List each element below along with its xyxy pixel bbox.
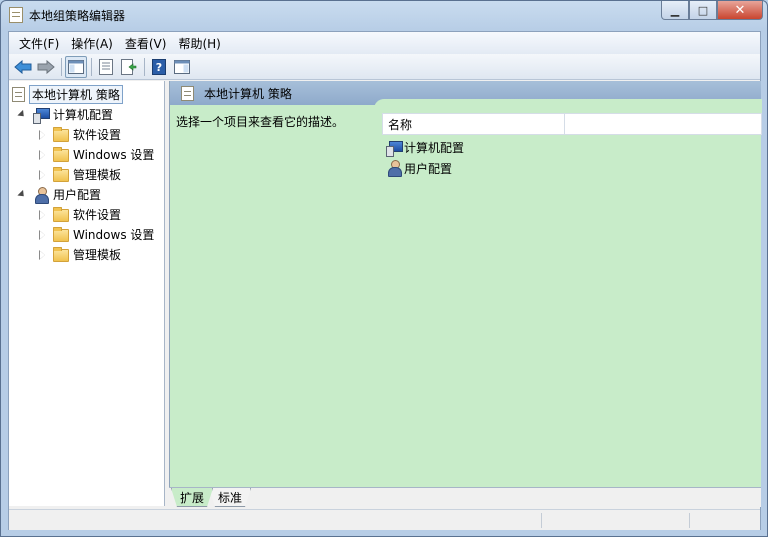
tree-label: 管理模板 [73, 248, 122, 262]
folder-icon [53, 207, 69, 222]
tree-label: 软件设置 [73, 128, 122, 142]
status-bar [9, 509, 760, 530]
column-header-row: 名称 [382, 113, 762, 135]
computer-icon [386, 140, 403, 157]
back-icon [14, 59, 32, 74]
tree-label: 管理模板 [73, 168, 122, 182]
menu-bar: 文件(F) 操作(A) 查看(V) 帮助(H) [9, 32, 760, 54]
tree-pane: 本地计算机 策略 计算机配置 软件设置 Windows 设置 管理模板 用户配置… [9, 81, 165, 506]
status-divider [689, 513, 690, 528]
help-button[interactable]: ? [148, 56, 170, 78]
list-item-computer-config[interactable]: 计算机配置 [386, 137, 464, 157]
tree-item-user-config[interactable]: 用户配置 [17, 185, 101, 204]
folder-icon [53, 227, 69, 242]
tree-label: Windows 设置 [73, 148, 155, 162]
client-area: 文件(F) 操作(A) 查看(V) 帮助(H) ? 本地计算机 策略 计算机配置… [8, 31, 762, 530]
tree-item-software-settings[interactable]: 软件设置 [37, 205, 121, 224]
toolbar-separator [144, 57, 145, 76]
collapse-arrow-icon[interactable] [37, 209, 47, 220]
forward-button[interactable] [35, 56, 57, 78]
list-view: 名称 计算机配置 用户配置 [382, 113, 762, 183]
list-item-user-config[interactable]: 用户配置 [386, 158, 452, 178]
user-icon [386, 160, 402, 177]
properties-icon [99, 58, 113, 75]
export-list-icon [121, 58, 137, 75]
window-title: 本地组策略编辑器 [29, 9, 126, 23]
user-icon [33, 186, 49, 204]
tree-label: 软件设置 [73, 208, 122, 222]
tree-item-windows-settings[interactable]: Windows 设置 [37, 225, 154, 244]
toolbar: ? [9, 54, 760, 80]
folder-icon [53, 167, 69, 182]
app-window: 本地组策略编辑器 ▁ □ ✕ 文件(F) 操作(A) 查看(V) 帮助(H) ?… [0, 0, 768, 537]
properties-button[interactable] [95, 56, 117, 78]
tree-item-software-settings[interactable]: 软件设置 [37, 125, 121, 144]
maximize-button[interactable]: □ [689, 1, 717, 20]
collapse-arrow-icon[interactable] [37, 249, 47, 260]
expand-arrow-icon[interactable] [17, 110, 27, 120]
close-button[interactable]: ✕ [717, 1, 763, 20]
collapse-arrow-icon[interactable] [37, 149, 47, 160]
list-panel-tab [374, 99, 762, 113]
status-divider [541, 513, 542, 528]
expand-arrow-icon[interactable] [17, 190, 27, 200]
view-tabs: 扩展 标准 [169, 487, 761, 507]
collapse-arrow-icon[interactable] [37, 129, 47, 140]
folder-icon [53, 247, 69, 262]
list-item-label: 计算机配置 [404, 140, 465, 155]
tree-label: 用户配置 [53, 188, 102, 202]
tab-standard[interactable]: 标准 [209, 488, 251, 507]
minimize-button[interactable]: ▁ [661, 1, 689, 20]
list-item-label: 用户配置 [404, 161, 453, 176]
policy-icon [181, 85, 194, 101]
show-hide-tree-icon [68, 59, 84, 74]
tree-item-windows-settings[interactable]: Windows 设置 [37, 145, 154, 164]
menu-view[interactable]: 查看(V) [119, 35, 173, 52]
tree-label: 本地计算机 策略 [29, 85, 123, 104]
details-title: 本地计算机 策略 [204, 86, 292, 101]
tab-extended[interactable]: 扩展 [171, 488, 213, 507]
help-icon: ? [152, 58, 166, 75]
toolbar-separator [91, 57, 92, 76]
export-list-button[interactable] [118, 56, 140, 78]
tree-item-admin-templates[interactable]: 管理模板 [37, 245, 121, 264]
toolbar-separator [61, 57, 62, 76]
svg-text:?: ? [156, 61, 162, 74]
title-bar[interactable]: 本地组策略编辑器 ▁ □ ✕ [1, 1, 767, 31]
menu-action[interactable]: 操作(A) [65, 35, 119, 52]
forward-icon [37, 59, 55, 74]
tree-item-local-policy[interactable]: 本地计算机 策略 [11, 85, 123, 104]
collapse-arrow-icon[interactable] [37, 169, 47, 180]
tree-label: 计算机配置 [53, 108, 114, 122]
folder-icon [53, 127, 69, 142]
menu-help[interactable]: 帮助(H) [172, 35, 226, 52]
tree-item-admin-templates[interactable]: 管理模板 [37, 165, 121, 184]
folder-icon [53, 147, 69, 162]
policy-icon [12, 87, 25, 102]
tree-item-computer-config[interactable]: 计算机配置 [17, 105, 113, 124]
policy-editor-icon [9, 7, 23, 23]
menu-file[interactable]: 文件(F) [13, 35, 65, 52]
computer-icon [33, 108, 50, 124]
details-pane: 本地计算机 策略 选择一个项目来查看它的描述。 名称 计算机配置 用户配置 [169, 81, 762, 506]
show-action-pane-button[interactable] [171, 56, 193, 78]
show-action-pane-icon [174, 59, 190, 74]
show-hide-tree-button[interactable] [65, 55, 87, 78]
tree-label: Windows 设置 [73, 228, 155, 242]
back-button[interactable] [12, 56, 34, 78]
window-controls: ▁ □ ✕ [661, 1, 763, 21]
collapse-arrow-icon[interactable] [37, 229, 47, 240]
description-text: 选择一个项目来查看它的描述。 [176, 115, 345, 129]
column-header-name[interactable]: 名称 [383, 114, 565, 134]
